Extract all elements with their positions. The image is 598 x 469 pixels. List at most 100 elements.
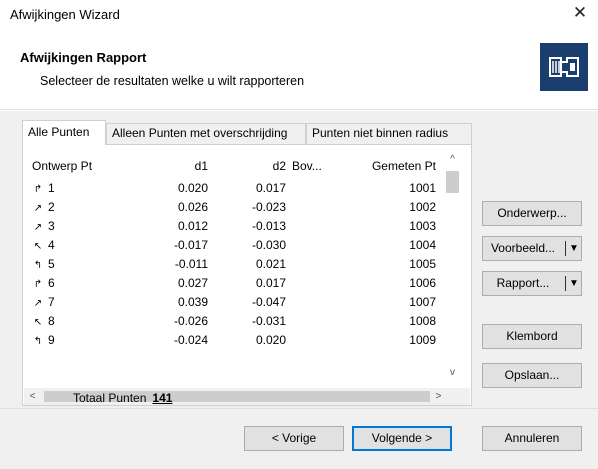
column-header-d2[interactable]: d2 <box>208 155 286 177</box>
ontwerp-pt-cell: 5 <box>48 257 55 271</box>
column-header-bov[interactable]: Bov... <box>292 155 342 177</box>
point-direction-icon: ↰ <box>33 260 43 271</box>
d2-cell: 0.021 <box>255 257 286 271</box>
d1-cell: 0.026 <box>177 200 208 214</box>
header-subtitle: Selecteer de resultaten welke u wilt rap… <box>40 74 305 88</box>
onderwerp-button[interactable]: Onderwerp... <box>482 201 582 226</box>
gemeten-pt-cell: 1008 <box>409 314 436 328</box>
column-header-ontwerp-pt[interactable]: Ontwerp Pt <box>32 155 132 177</box>
voorbeeld-split-button[interactable]: Voorbeeld... ▼ <box>482 236 582 261</box>
volgende-button[interactable]: Volgende > <box>352 426 452 451</box>
bov-cell <box>292 312 342 331</box>
d1-cell: 0.027 <box>177 276 208 290</box>
bov-cell <box>292 274 342 293</box>
gemeten-pt-cell: 1002 <box>409 200 436 214</box>
scroll-down-icon[interactable]: v <box>444 364 461 381</box>
gemeten-pt-cell: 1001 <box>409 181 436 195</box>
ontwerp-pt-cell: 2 <box>48 200 55 214</box>
gemeten-pt-cell: 1006 <box>409 276 436 290</box>
table-row[interactable]: ↖ 4 -0.017 -0.030 1004 <box>30 236 448 255</box>
scroll-left-icon[interactable]: < <box>24 388 41 405</box>
split-separator <box>565 276 566 291</box>
point-direction-icon: ↱ <box>33 184 43 195</box>
table-row[interactable]: ↗ 7 0.039 -0.047 1007 <box>30 293 448 312</box>
d1-cell: -0.026 <box>173 314 208 328</box>
tab-punten-niet-binnen-radius[interactable]: Punten niet binnen radius <box>306 123 472 144</box>
point-direction-icon: ↗ <box>33 298 43 309</box>
d2-cell: 0.017 <box>255 181 286 195</box>
tab-alle-punten[interactable]: Alle Punten <box>22 120 106 145</box>
bov-cell <box>292 293 342 312</box>
close-icon[interactable]: ✕ <box>568 3 592 25</box>
voorbeeld-button[interactable]: Voorbeeld... <box>483 237 563 260</box>
point-direction-icon: ↗ <box>33 203 43 214</box>
bov-cell <box>292 179 342 198</box>
ontwerp-pt-cell: 6 <box>48 276 55 290</box>
d2-cell: -0.047 <box>251 295 286 309</box>
bov-cell <box>292 217 342 236</box>
title-bar: Afwijkingen Wizard ✕ <box>0 0 598 30</box>
d2-cell: -0.023 <box>251 200 286 214</box>
klembord-button[interactable]: Klembord <box>482 324 582 349</box>
d2-cell: 0.020 <box>255 333 286 347</box>
column-header-d1[interactable]: d1 <box>130 155 208 177</box>
scroll-up-icon[interactable]: ^ <box>444 151 461 168</box>
chevron-down-icon[interactable]: ▼ <box>567 272 581 295</box>
table-row[interactable]: ↱ 6 0.027 0.017 1006 <box>30 274 448 293</box>
table-row[interactable]: ↰ 5 -0.011 0.021 1005 <box>30 255 448 274</box>
chevron-down-icon[interactable]: ▼ <box>567 237 581 260</box>
point-direction-icon: ↗ <box>33 222 43 233</box>
d1-cell: -0.011 <box>174 257 208 271</box>
d2-cell: -0.030 <box>251 238 286 252</box>
total-points-value: 141 <box>152 391 173 405</box>
d2-cell: 0.017 <box>255 276 286 290</box>
d1-cell: -0.017 <box>173 238 208 252</box>
table-row[interactable]: ↖ 8 -0.026 -0.031 1008 <box>30 312 448 331</box>
total-points: Totaal Punten 141 <box>73 391 172 405</box>
point-direction-icon: ↰ <box>33 336 43 347</box>
window-title: Afwijkingen Wizard <box>10 7 120 22</box>
gemeten-pt-cell: 1003 <box>409 219 436 233</box>
ontwerp-pt-cell: 9 <box>48 333 55 347</box>
rapport-split-button[interactable]: Rapport... ▼ <box>482 271 582 296</box>
vorige-button[interactable]: < Vorige <box>244 426 344 451</box>
bov-cell <box>292 198 342 217</box>
bov-cell <box>292 331 342 350</box>
ontwerp-pt-cell: 3 <box>48 219 55 233</box>
ontwerp-pt-cell: 7 <box>48 295 55 309</box>
wizard-body: Alle Punten Alleen Punten met overschrij… <box>0 111 598 469</box>
vertical-scrollbar[interactable]: ^ v <box>444 145 461 385</box>
ontwerp-pt-cell: 1 <box>48 181 55 195</box>
point-direction-icon: ↖ <box>33 317 43 328</box>
bov-cell <box>292 236 342 255</box>
column-header-gemeten-pt[interactable]: Gemeten Pt <box>342 155 436 177</box>
header-title: Afwijkingen Rapport <box>20 50 147 65</box>
gemeten-pt-cell: 1004 <box>409 238 436 252</box>
d1-cell: 0.012 <box>177 219 208 233</box>
footer-divider <box>0 408 598 409</box>
report-icon <box>540 43 588 91</box>
bov-cell <box>292 255 342 274</box>
grid-header: Ontwerp Pt d1 d2 Bov... Gemeten Pt <box>30 155 448 177</box>
gemeten-pt-cell: 1007 <box>409 295 436 309</box>
scroll-right-icon[interactable]: > <box>430 388 447 405</box>
d1-cell: -0.024 <box>173 333 208 347</box>
point-direction-icon: ↱ <box>33 279 43 290</box>
annuleren-button[interactable]: Annuleren <box>482 426 582 451</box>
d1-cell: 0.020 <box>177 181 208 195</box>
table-row[interactable]: ↗ 3 0.012 -0.013 1003 <box>30 217 448 236</box>
d1-cell: 0.039 <box>177 295 208 309</box>
rapport-button[interactable]: Rapport... <box>483 272 563 295</box>
gemeten-pt-cell: 1009 <box>409 333 436 347</box>
vertical-scroll-thumb[interactable] <box>446 171 459 193</box>
table-row[interactable]: ↱ 1 0.020 0.017 1001 <box>30 179 448 198</box>
opslaan-button[interactable]: Opslaan... <box>482 363 582 388</box>
table-row[interactable]: ↗ 2 0.026 -0.023 1002 <box>30 198 448 217</box>
d2-cell: -0.031 <box>251 314 286 328</box>
gemeten-pt-cell: 1005 <box>409 257 436 271</box>
ontwerp-pt-cell: 8 <box>48 314 55 328</box>
table-row[interactable]: ↰ 9 -0.024 0.020 1009 <box>30 331 448 350</box>
tab-alleen-punten-overschrijding[interactable]: Alleen Punten met overschrijding <box>106 123 306 144</box>
total-points-label: Totaal Punten <box>73 391 147 405</box>
d2-cell: -0.013 <box>251 219 286 233</box>
